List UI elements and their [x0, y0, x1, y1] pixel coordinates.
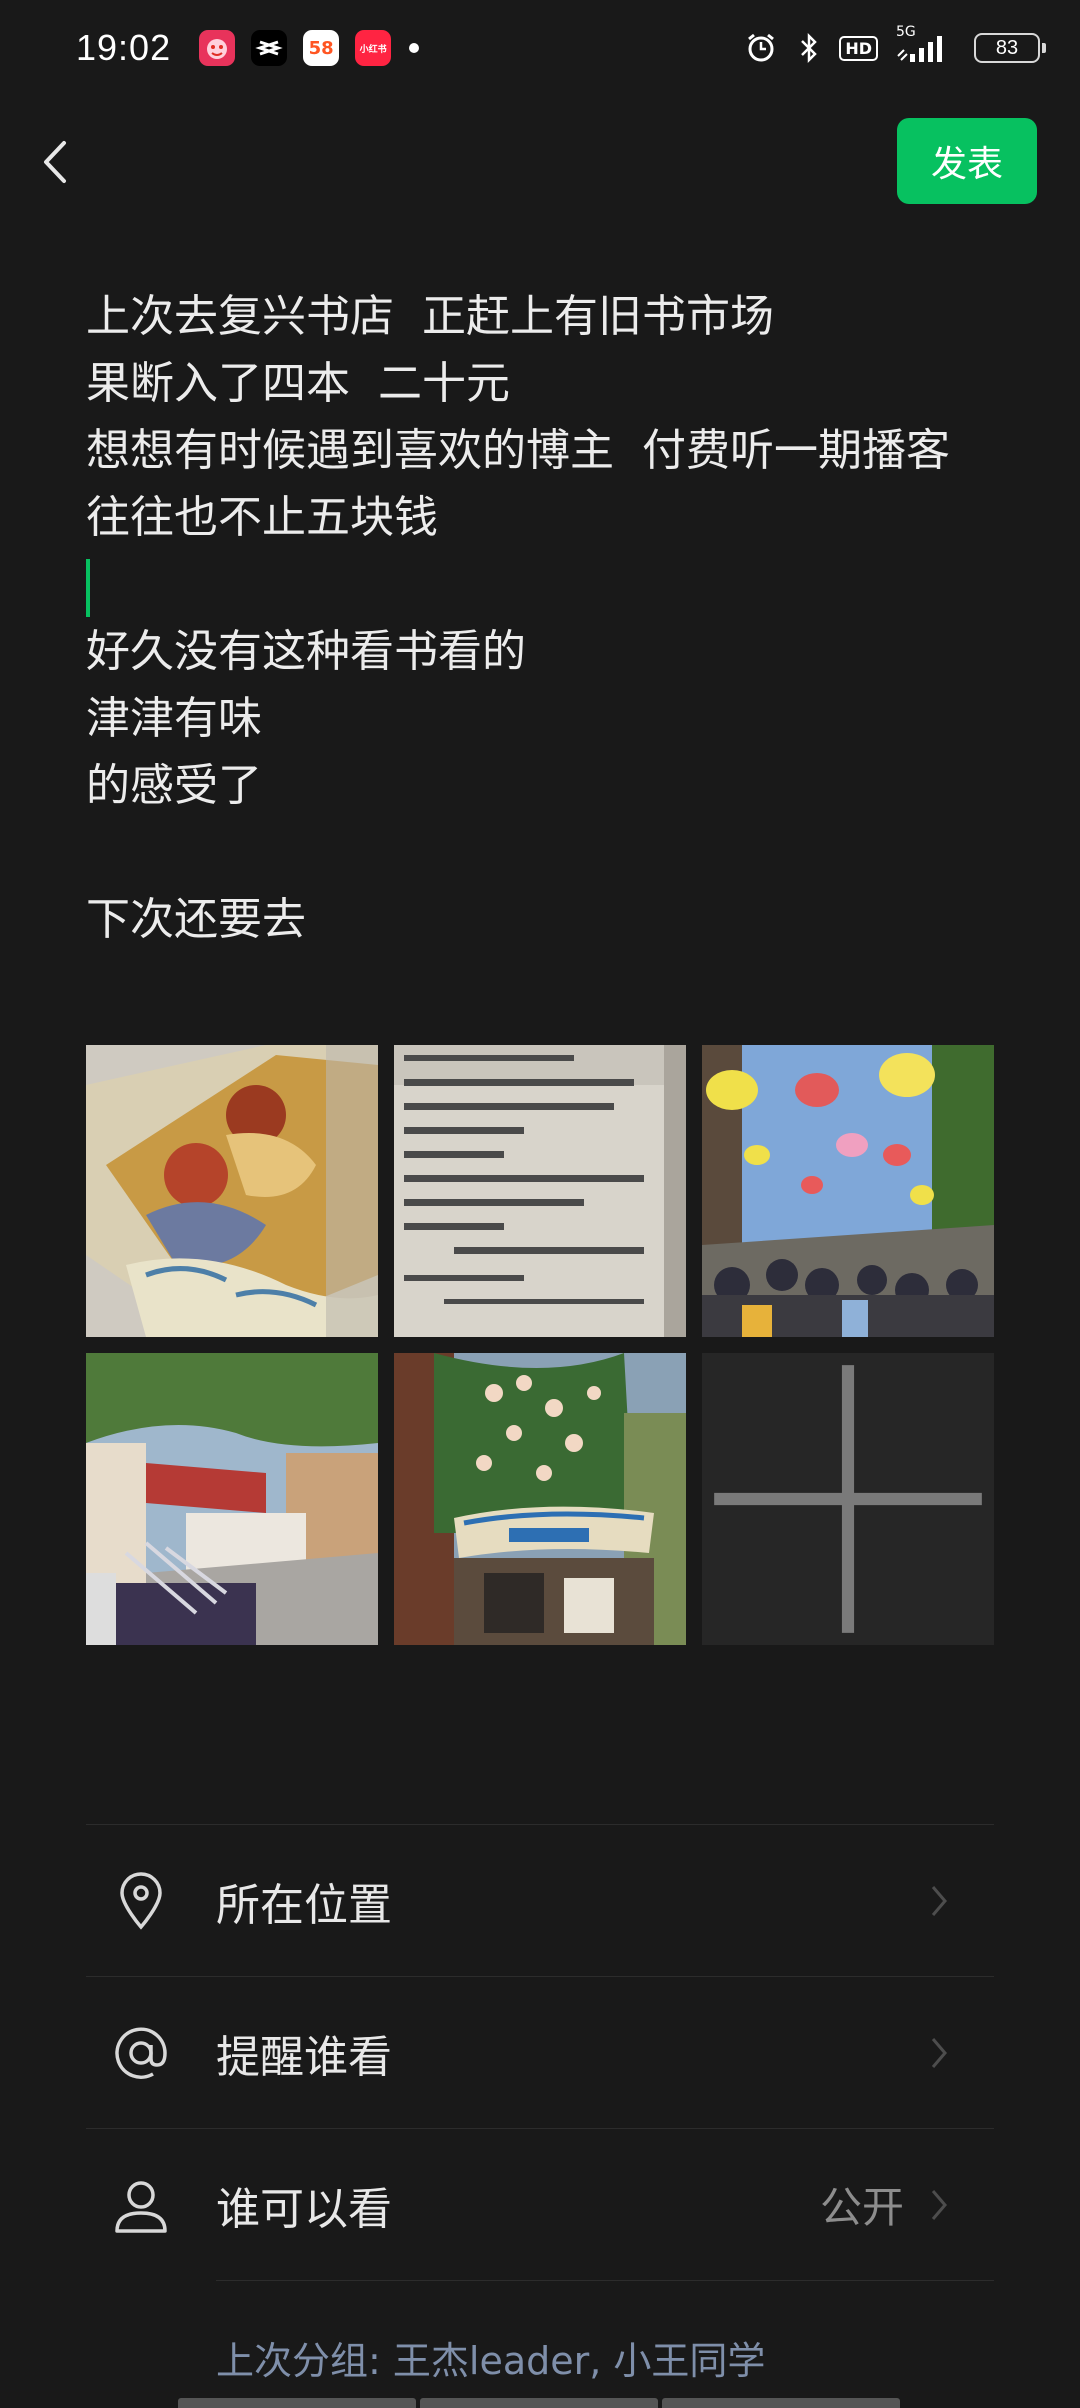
photo-book-copyright-page[interactable]	[394, 1045, 686, 1337]
visibility-label: 谁可以看	[216, 2183, 392, 2235]
post-line: 的感受了	[86, 760, 262, 811]
alarm-icon	[743, 30, 779, 66]
text-cursor	[86, 559, 90, 617]
last-group-hint[interactable]: 上次分组: 王杰leader, 小王同学	[216, 2330, 765, 2385]
chevron-left-icon	[44, 141, 66, 183]
divider	[216, 2280, 994, 2281]
home-indicator	[178, 2398, 900, 2408]
person-icon	[106, 2170, 176, 2240]
publish-button[interactable]: 发表	[897, 118, 1037, 204]
status-time: 19:02	[76, 27, 172, 68]
status-indicators: HD 5G 83	[743, 24, 1046, 66]
top-nav: 发表	[0, 116, 1080, 204]
visibility-value: 公开	[819, 2183, 904, 2232]
at-sign-icon	[106, 2018, 176, 2088]
post-line: 津津有味	[86, 693, 262, 744]
post-options-list: 所在位置 提醒谁看 谁可以看 公开	[86, 1824, 994, 2281]
xiaohongshu-label: 小红书	[359, 44, 387, 55]
notification-app-icons: 58 小红书	[199, 30, 392, 66]
xiaohongshu-icon: 小红书	[355, 30, 392, 66]
mention-label: 提醒谁看	[216, 2031, 392, 2083]
post-line: 上次去复兴书店 正赶上有旧书市场	[86, 291, 774, 342]
chevron-right-icon	[924, 2035, 954, 2071]
post-line-cursor	[86, 551, 1036, 618]
58-label: 58	[308, 37, 334, 59]
visibility-option[interactable]: 谁可以看 公开	[86, 2129, 994, 2280]
status-bar: 19:02 58 小红书 HD 5G 83	[0, 0, 1080, 96]
capcut-icon	[251, 30, 288, 66]
network-label: 5G	[896, 24, 916, 40]
battery-indicator: 83	[974, 33, 1046, 63]
post-line: 下次还要去	[86, 894, 306, 945]
location-option[interactable]: 所在位置	[86, 1825, 994, 1976]
mention-option[interactable]: 提醒谁看	[86, 1977, 994, 2128]
location-pin-icon	[106, 1866, 176, 1936]
post-line: 果断入了四本 二十元	[86, 358, 510, 409]
photo-book-market-street[interactable]	[86, 1353, 378, 1645]
pinduoduo-icon	[199, 30, 236, 66]
signal-5g-icon: 5G	[896, 24, 956, 66]
battery-level: 83	[995, 36, 1019, 59]
post-line: 往往也不止五块钱	[86, 492, 438, 543]
photo-old-bookstore-sign[interactable]	[394, 1353, 686, 1645]
image-grid	[86, 1045, 994, 1645]
post-line	[86, 819, 1036, 886]
add-image-button[interactable]	[702, 1353, 994, 1645]
back-button[interactable]	[30, 134, 80, 190]
bluetooth-icon	[797, 30, 821, 66]
photo-lantern-street[interactable]	[702, 1045, 994, 1337]
post-line: 想想有时候遇到喜欢的博主 付费听一期播客	[86, 425, 950, 476]
58-tongcheng-icon: 58	[303, 30, 340, 66]
post-line: 好久没有这种看书看的	[86, 626, 526, 677]
chevron-right-icon	[924, 2187, 954, 2223]
chevron-right-icon	[924, 1883, 954, 1919]
hd-icon: HD	[839, 35, 878, 61]
plus-icon	[714, 1365, 982, 1633]
more-notifications-dot	[409, 43, 420, 53]
post-text-input[interactable]: 上次去复兴书店 正赶上有旧书市场 果断入了四本 二十元 想想有时候遇到喜欢的博主…	[86, 283, 1036, 953]
photo-illustration-book[interactable]	[86, 1045, 378, 1337]
location-label: 所在位置	[216, 1879, 392, 1931]
